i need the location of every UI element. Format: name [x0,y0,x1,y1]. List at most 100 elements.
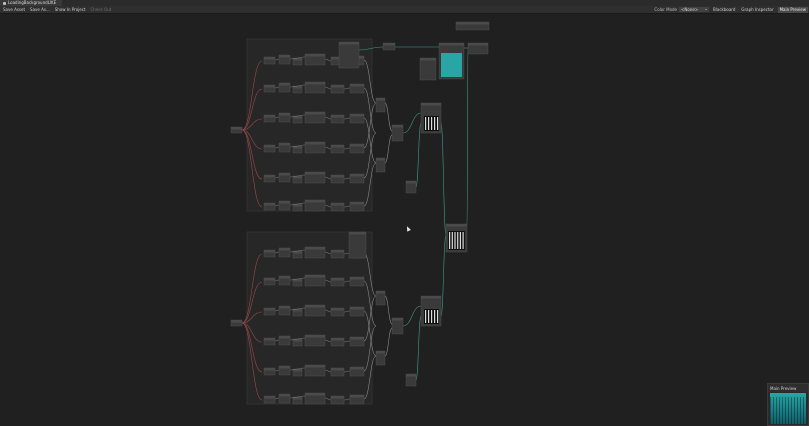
node-header[interactable] [279,248,290,251]
node-header[interactable] [331,203,344,206]
node-header[interactable] [264,278,275,281]
show-in-project-button[interactable]: Show In Project [53,7,88,13]
shader-graph-icon [3,1,6,5]
node-header[interactable] [279,336,290,339]
node-header[interactable] [349,232,366,235]
node-header[interactable] [279,276,290,279]
node-header[interactable] [456,22,489,25]
node[interactable] [338,41,360,69]
node-header[interactable] [264,57,275,60]
stripe [431,117,433,130]
node-header[interactable] [305,365,325,368]
node-header[interactable] [376,291,385,294]
graph-canvas[interactable] [0,14,809,426]
node-header[interactable] [331,338,344,341]
edge [415,122,422,188]
node-header[interactable] [468,43,488,46]
node-header[interactable] [339,42,359,45]
blackboard-toggle[interactable]: Blackboard [711,7,737,13]
node-header[interactable] [350,144,364,147]
node-header[interactable] [264,145,275,148]
node-header[interactable] [331,115,344,118]
node-header[interactable] [264,250,275,253]
node-header[interactable] [264,396,275,399]
node-header[interactable] [331,175,344,178]
node-header[interactable] [305,247,325,250]
node-header[interactable] [331,308,344,311]
main-preview-toggle[interactable]: Main Preview [777,6,808,13]
node-header[interactable] [421,103,441,106]
node-header[interactable] [350,367,364,370]
node-header[interactable] [331,145,344,148]
node-header[interactable] [305,335,325,338]
main-preview-window[interactable]: Main Preview [767,383,809,426]
node[interactable] [348,231,367,259]
node-header[interactable] [350,114,364,117]
node-header[interactable] [331,85,344,88]
save-as-button[interactable]: Save As... [28,7,52,13]
node-header[interactable] [383,43,395,46]
node-header[interactable] [376,158,385,161]
node-header[interactable] [392,318,403,321]
node-header[interactable] [392,125,403,128]
node-header[interactable] [279,366,290,369]
node[interactable] [419,57,437,81]
check-out-button[interactable]: Check Out [89,7,114,13]
node-header[interactable] [264,175,275,178]
node-header[interactable] [331,396,344,399]
graph-inspector-toggle[interactable]: Graph Inspector [739,7,775,13]
node-header[interactable] [305,275,325,278]
node-header[interactable] [264,203,275,206]
node-header[interactable] [305,54,325,57]
node-header[interactable] [279,394,290,397]
node-header[interactable] [279,306,290,309]
node-header[interactable] [264,85,275,88]
node-header[interactable] [406,181,416,184]
node-header[interactable] [305,305,325,308]
node-header[interactable] [421,296,441,299]
node-header[interactable] [231,320,242,323]
node-header[interactable] [305,200,325,203]
node-header[interactable] [279,83,290,86]
node-header[interactable] [350,84,364,87]
node-header[interactable] [376,98,385,101]
node-header[interactable] [350,395,364,398]
node-header[interactable] [331,368,344,371]
node-header[interactable] [305,393,325,396]
node-header[interactable] [350,277,364,280]
color-mode-dropdown[interactable]: <None> [679,7,710,12]
node-header[interactable] [331,278,344,281]
node-header[interactable] [305,82,325,85]
node-header[interactable] [305,172,325,175]
node-header[interactable] [350,337,364,340]
node-header[interactable] [279,113,290,116]
node-header[interactable] [305,142,325,145]
edge [466,47,469,226]
edge [440,122,447,236]
node-header[interactable] [439,43,464,46]
node-header[interactable] [264,368,275,371]
stripe [457,232,459,249]
main-preview-render[interactable] [770,393,806,424]
node-header[interactable] [420,58,436,61]
preview-stripes [770,397,806,424]
node-header[interactable] [279,55,290,58]
node-header[interactable] [231,127,242,130]
node-header[interactable] [331,250,344,253]
node-header[interactable] [350,307,364,310]
node-header[interactable] [279,143,290,146]
node-header[interactable] [264,308,275,311]
node-header[interactable] [279,201,290,204]
node-header[interactable] [406,374,416,377]
node-header[interactable] [350,202,364,205]
node-header[interactable] [376,351,385,354]
save-asset-button[interactable]: Save Asset [1,7,27,13]
edge [402,112,422,134]
node-header[interactable] [264,115,275,118]
node-header[interactable] [305,112,325,115]
edge [384,295,393,325]
node-header[interactable] [446,224,467,227]
node-header[interactable] [350,174,364,177]
node-header[interactable] [264,338,275,341]
node-header[interactable] [279,173,290,176]
